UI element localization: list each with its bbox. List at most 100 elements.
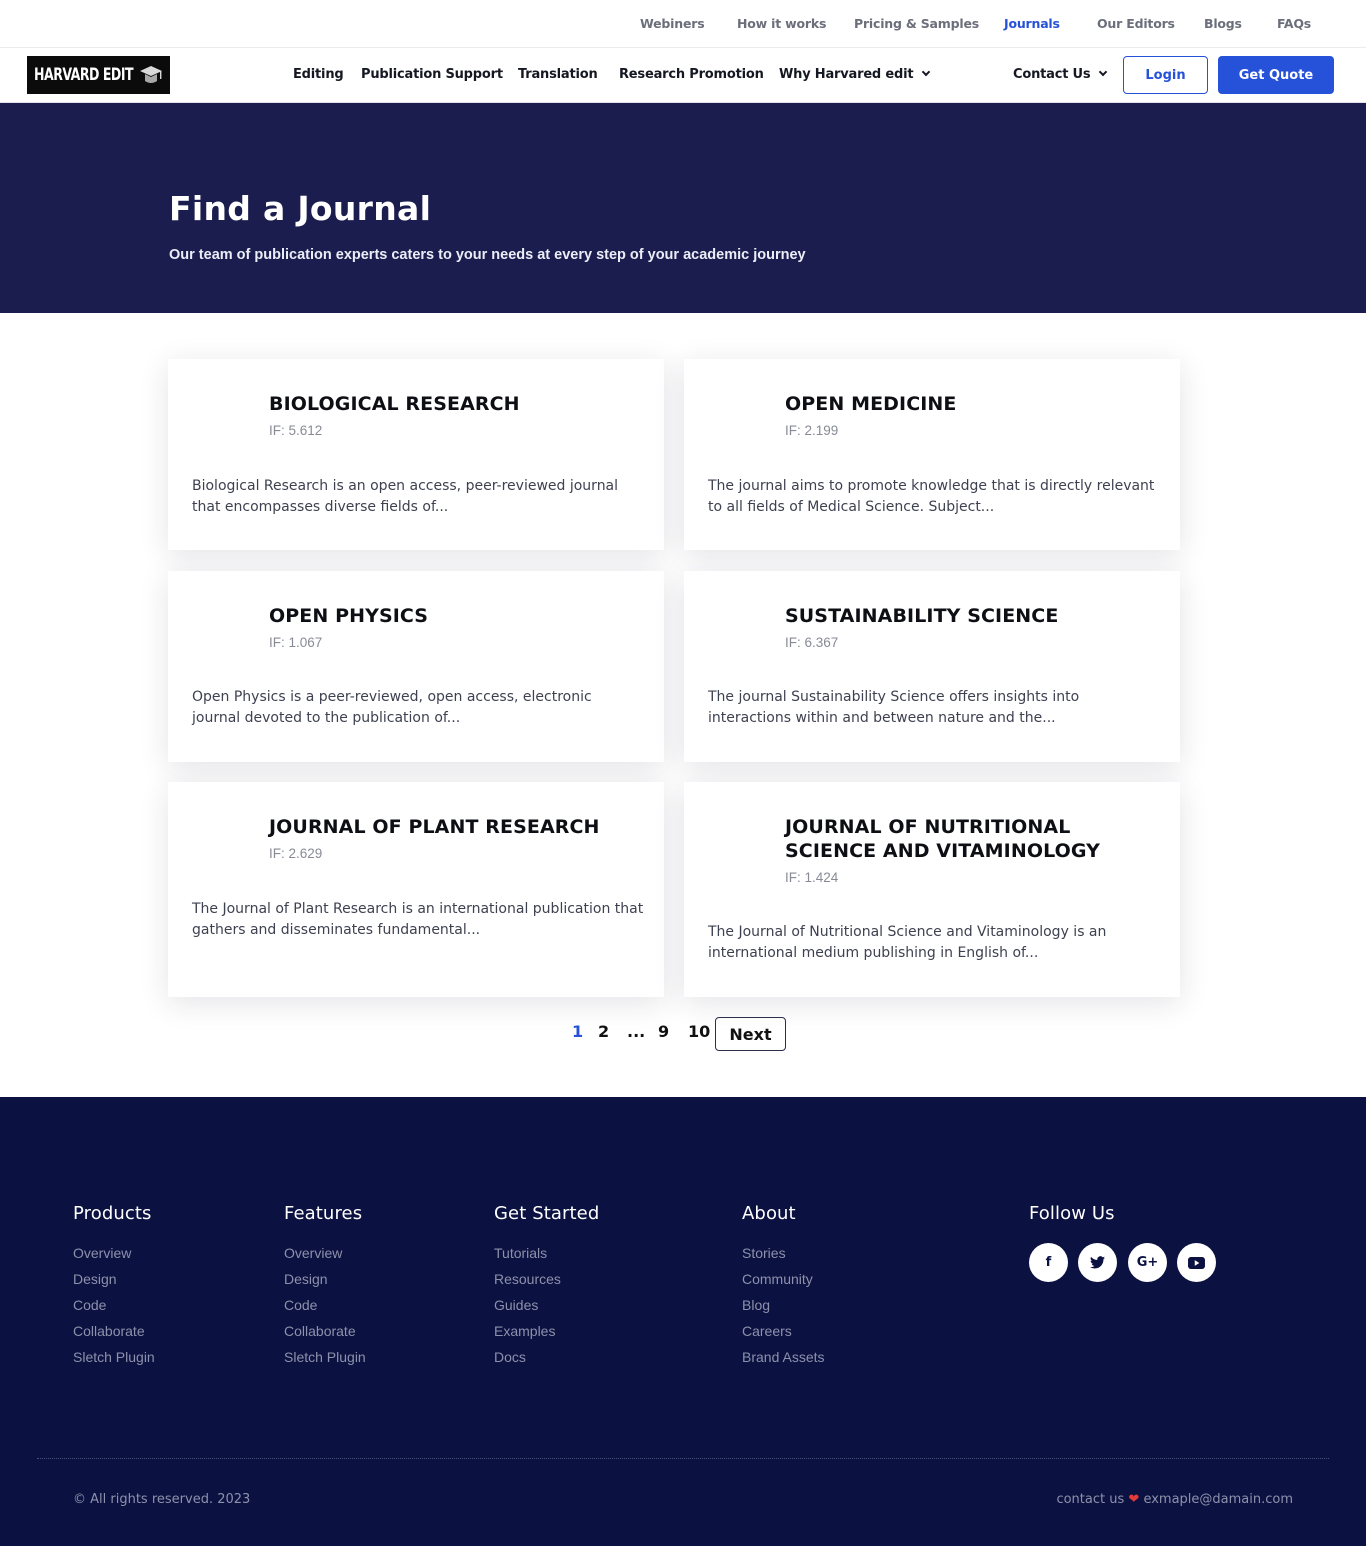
nav-why-harvared-edit[interactable]: Why Harvared edit xyxy=(779,67,931,82)
nav-why-label: Why Harvared edit xyxy=(779,67,914,82)
hero-banner: Find a Journal Our team of publication e… xyxy=(0,103,1366,313)
footer-link[interactable]: Blog xyxy=(742,1292,825,1318)
youtube-play-icon xyxy=(1188,1256,1205,1269)
journal-card[interactable]: BIOLOGICAL RESEARCH IF: 5.612 Biological… xyxy=(168,359,664,550)
footer-heading: Get Started xyxy=(494,1203,600,1224)
footer-link[interactable]: Brand Assets xyxy=(742,1344,825,1370)
harvard-edit-logo[interactable]: HARVARD EDIT xyxy=(27,56,170,94)
site-footer: Products Overview Design Code Collaborat… xyxy=(0,1097,1366,1546)
graduation-cap-icon xyxy=(140,66,162,83)
footer-link[interactable]: Sletch Plugin xyxy=(284,1344,366,1370)
footer-column-follow: Follow Us xyxy=(1029,1203,1115,1240)
journal-description: The journal aims to promote knowledge th… xyxy=(708,478,1155,515)
journal-title[interactable]: OPEN PHYSICS xyxy=(269,604,649,628)
page-1-link[interactable]: 1 xyxy=(572,1022,583,1041)
footer-link[interactable]: Docs xyxy=(494,1344,599,1370)
contact-email-link[interactable]: exmaple@damain.com xyxy=(1143,1492,1293,1507)
impact-factor: IF: 1.067 xyxy=(269,635,323,650)
impact-factor: IF: 6.367 xyxy=(785,635,839,650)
toplink-blogs[interactable]: Blogs xyxy=(1204,16,1242,31)
journal-card[interactable]: SUSTAINABILITY SCIENCE IF: 6.367 The jou… xyxy=(684,571,1180,762)
impact-factor: IF: 1.424 xyxy=(785,870,839,885)
footer-heading: Follow Us xyxy=(1029,1203,1115,1224)
footer-link[interactable]: Code xyxy=(73,1292,155,1318)
next-page-button[interactable]: Next xyxy=(715,1017,786,1051)
footer-link[interactable]: Tutorials xyxy=(494,1240,599,1266)
footer-divider xyxy=(37,1458,1329,1459)
footer-link[interactable]: Guides xyxy=(494,1292,599,1318)
footer-link[interactable]: Resources xyxy=(494,1266,599,1292)
footer-link[interactable]: Collaborate xyxy=(73,1318,155,1344)
login-button[interactable]: Login xyxy=(1123,56,1208,94)
nav-research-promotion[interactable]: Research Promotion xyxy=(619,67,764,82)
journal-title[interactable]: OPEN MEDICINE xyxy=(785,392,1165,416)
chevron-down-icon xyxy=(922,67,931,77)
footer-link[interactable]: Collaborate xyxy=(284,1318,366,1344)
journal-title[interactable]: BIOLOGICAL RESEARCH xyxy=(269,392,649,416)
footer-link[interactable]: Design xyxy=(284,1266,366,1292)
nav-publication-support[interactable]: Publication Support xyxy=(361,67,503,82)
twitter-bird-icon xyxy=(1090,1256,1105,1269)
footer-link[interactable]: Careers xyxy=(742,1318,825,1344)
footer-link[interactable]: Community xyxy=(742,1266,825,1292)
journal-title[interactable]: SUSTAINABILITY SCIENCE xyxy=(785,604,1165,628)
footer-heading: Products xyxy=(73,1203,152,1224)
footer-link[interactable]: Stories xyxy=(742,1240,825,1266)
footer-link[interactable]: Design xyxy=(73,1266,155,1292)
chevron-down-icon xyxy=(1099,67,1108,77)
footer-column-get-started: Get Started Tutorials Resources Guides E… xyxy=(494,1203,599,1370)
journal-title[interactable]: JOURNAL OF PLANT RESEARCH xyxy=(269,815,649,839)
top-utility-bar: Webiners How it works Pricing & Samples … xyxy=(0,0,1366,48)
contact-prefix: contact us xyxy=(1056,1492,1125,1507)
nav-editing[interactable]: Editing xyxy=(293,67,344,82)
journal-card[interactable]: JOURNAL OF PLANT RESEARCH IF: 2.629 The … xyxy=(168,782,664,997)
logo-text: HARVARD EDIT xyxy=(34,65,134,85)
page-2-link[interactable]: 2 xyxy=(598,1022,609,1041)
toplink-journals[interactable]: Journals xyxy=(1004,16,1060,31)
footer-heading: About xyxy=(742,1203,796,1224)
journal-description: The Journal of Plant Research is an inte… xyxy=(192,901,644,938)
main-navigation: HARVARD EDIT Editing Publication Support… xyxy=(0,48,1366,103)
hero-subtitle: Our team of publication experts caters t… xyxy=(169,247,806,263)
footer-column-features: Features Overview Design Code Collaborat… xyxy=(284,1203,366,1370)
journal-description: The Journal of Nutritional Science and V… xyxy=(708,924,1107,961)
toplink-our-editors[interactable]: Our Editors xyxy=(1097,16,1175,31)
impact-factor: IF: 2.629 xyxy=(269,846,323,861)
nav-contact-us[interactable]: Contact Us xyxy=(1013,67,1108,82)
impact-factor: IF: 2.199 xyxy=(785,423,839,438)
facebook-icon[interactable]: f xyxy=(1029,1243,1068,1282)
page-ellipsis: ... xyxy=(627,1022,646,1041)
twitter-icon[interactable] xyxy=(1078,1243,1117,1282)
copyright-text: © All rights reserved. 2023 xyxy=(73,1492,251,1507)
journal-card[interactable]: JOURNAL OF NUTRITIONAL SCIENCE AND VITAM… xyxy=(684,782,1180,997)
footer-link[interactable]: Code xyxy=(284,1292,366,1318)
footer-column-about: About Stories Community Blog Careers Bra… xyxy=(742,1203,825,1370)
toplink-faqs[interactable]: FAQs xyxy=(1277,16,1311,31)
footer-link[interactable]: Sletch Plugin xyxy=(73,1344,155,1370)
nav-translation[interactable]: Translation xyxy=(518,67,598,82)
footer-link[interactable]: Examples xyxy=(494,1318,599,1344)
page-9-link[interactable]: 9 xyxy=(658,1022,669,1041)
pagination: 1 2 ... 9 10 Next xyxy=(0,1016,1366,1052)
journal-description: Biological Research is an open access, p… xyxy=(192,478,619,515)
journal-title[interactable]: JOURNAL OF NUTRITIONAL SCIENCE AND VITAM… xyxy=(785,815,1165,863)
get-quote-button[interactable]: Get Quote xyxy=(1218,56,1334,94)
youtube-icon[interactable] xyxy=(1177,1243,1216,1282)
footer-link[interactable]: Overview xyxy=(284,1240,366,1266)
heart-icon: ❤ xyxy=(1128,1492,1140,1507)
page-title: Find a Journal xyxy=(169,189,432,228)
google-plus-icon[interactable]: G+ xyxy=(1128,1243,1167,1282)
page-10-link[interactable]: 10 xyxy=(688,1022,710,1041)
journal-card[interactable]: OPEN MEDICINE IF: 2.199 The journal aims… xyxy=(684,359,1180,550)
nav-contact-label: Contact Us xyxy=(1013,67,1091,82)
footer-link[interactable]: Overview xyxy=(73,1240,155,1266)
toplink-webiners[interactable]: Webiners xyxy=(640,16,705,31)
journal-description: Open Physics is a peer-reviewed, open ac… xyxy=(192,689,592,726)
journal-description: The journal Sustainability Science offer… xyxy=(708,689,1080,726)
impact-factor: IF: 5.612 xyxy=(269,423,323,438)
journal-card[interactable]: OPEN PHYSICS IF: 1.067 Open Physics is a… xyxy=(168,571,664,762)
toplink-pricing-samples[interactable]: Pricing & Samples xyxy=(854,16,979,31)
footer-contact: contact us ❤ exmaple@damain.com xyxy=(1056,1492,1293,1507)
footer-heading: Features xyxy=(284,1203,363,1224)
toplink-how-it-works[interactable]: How it works xyxy=(737,16,826,31)
